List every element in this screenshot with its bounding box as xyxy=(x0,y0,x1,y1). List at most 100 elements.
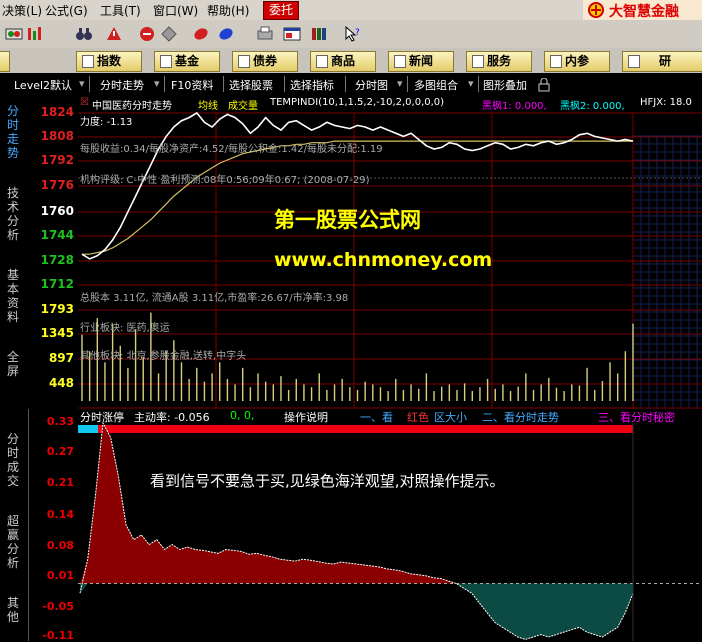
vtab-super-win[interactable]: 超赢分析 xyxy=(5,514,21,570)
entrust-button[interactable]: 委托 xyxy=(263,1,299,20)
vtab-fullscreen[interactable]: 全屏 xyxy=(5,350,21,378)
price-tick-label: 1776 xyxy=(40,178,74,192)
capital-info: 总股本 3.11亿, 流通A股 3.11亿,市盈率:26.67/市净率:3.98 xyxy=(80,293,349,304)
intraday-chart[interactable]: ☒ 中国医药分时走势 均线 成交量 TEMPINDI(10,1,1.5,2,-1… xyxy=(78,96,702,409)
page-icon xyxy=(160,55,172,68)
tab-intraday-chart[interactable]: 分时图 xyxy=(355,77,388,93)
indicator-chart[interactable]: 分时涨停 主动率: -0.056 0, 0, 操作说明 一、看 红色 区大小 二… xyxy=(78,409,702,641)
indicator-tick-label: 0.21 xyxy=(46,476,74,489)
other-sector-info: 其他板块: 北京,参股金融,送转,中字头 xyxy=(80,351,247,362)
page-icon xyxy=(316,55,328,68)
vtab-fundamental[interactable]: 基本资料 xyxy=(5,268,21,324)
print-icon[interactable] xyxy=(256,25,274,43)
nav-commodity-button[interactable]: 商品 xyxy=(310,51,376,72)
stop-icon[interactable] xyxy=(138,25,156,43)
trade-advice: 看到信号不要急于买,见绿色海洋观望,对照操作提示。 xyxy=(150,472,505,490)
menu-help[interactable]: 帮助(H) xyxy=(207,2,249,19)
vtab-intraday[interactable]: 分时走势 xyxy=(5,104,21,160)
nav-fund-label: 基金 xyxy=(174,54,199,68)
price-tick-label: 1712 xyxy=(40,277,74,291)
binoculars-icon[interactable] xyxy=(75,25,93,43)
pill-blue-icon[interactable] xyxy=(217,25,235,43)
tab-multi-chart[interactable]: 多图组合 xyxy=(414,77,458,93)
dropdown-arrow-icon[interactable]: ▾ xyxy=(154,77,160,90)
tabbar: Level2默认 ▾ 分时走势 ▾ F10资料 选择股票 选择指标 分时图 ▾ … xyxy=(0,73,702,97)
nav-insider-label: 内参 xyxy=(564,54,589,68)
menu-tools[interactable]: 工具(T) xyxy=(100,2,141,19)
indicator-tick-label: -0.05 xyxy=(42,600,74,613)
nav-partial-button[interactable] xyxy=(0,51,10,72)
stock-title: 中国医药分时走势 xyxy=(92,101,172,112)
indicator-tick-label: 0.27 xyxy=(46,445,74,458)
svg-text:?: ? xyxy=(355,28,360,38)
nav-fund-button[interactable]: 基金 xyxy=(154,51,220,72)
page-icon xyxy=(394,55,406,68)
quotes-icon[interactable] xyxy=(5,25,23,43)
tab-f10[interactable]: F10资料 xyxy=(171,77,213,93)
lock-icon[interactable] xyxy=(538,78,550,92)
volume-label: 成交量 xyxy=(228,101,258,112)
tab-overlay[interactable]: 图形叠加 xyxy=(483,77,527,93)
tip3: 三、看分时秘密 xyxy=(598,411,675,424)
help-cursor-icon[interactable]: ? xyxy=(344,25,362,43)
tab-level2-default[interactable]: Level2默认 xyxy=(14,77,72,93)
nav-index-label: 指数 xyxy=(96,54,121,68)
menubar: 决策(L) 公式(G) 工具(T) 窗口(W) 帮助(H) 委托 大智慧金融 xyxy=(0,0,702,21)
tab-select-stock[interactable]: 选择股票 xyxy=(229,77,273,93)
watermark-url: www.chnmoney.com xyxy=(274,249,493,271)
price-tick-label: 1808 xyxy=(40,129,74,143)
nav-bond-button[interactable]: 债券 xyxy=(232,51,298,72)
vtab-technical[interactable]: 技术分析 xyxy=(5,186,21,242)
price-axis: 1824 1808 1792 1776 1760 1744 1728 1712 … xyxy=(28,96,78,409)
nav-bond-label: 债券 xyxy=(252,54,277,68)
price-tick-label: 1824 xyxy=(40,105,74,119)
indicator-chart-svg xyxy=(78,409,702,641)
dropdown-arrow-icon[interactable]: ▾ xyxy=(397,77,403,90)
nav-research-button[interactable]: 研 xyxy=(622,51,702,72)
page-icon xyxy=(472,55,484,68)
volume-tick-label: 1793 xyxy=(40,302,74,316)
nav-service-button[interactable]: 服务 xyxy=(466,51,532,72)
brand-name: 大智慧金融 xyxy=(609,4,679,20)
books-icon[interactable] xyxy=(310,25,328,43)
tab-intraday[interactable]: 分时走势 xyxy=(100,77,144,93)
dropdown-arrow-icon[interactable]: ▾ xyxy=(468,77,474,90)
indicator-tick-label: -0.11 xyxy=(42,629,74,642)
volume-tick-label: 1345 xyxy=(40,326,74,340)
candle-icon[interactable] xyxy=(26,25,44,43)
force-value: 力度: -1.13 xyxy=(80,117,133,128)
nav-index-button[interactable]: 指数 xyxy=(76,51,142,72)
pill-red-icon[interactable] xyxy=(192,25,210,43)
tip1-red: 红色 xyxy=(407,411,429,424)
indicator-axis: 0.33 0.27 0.21 0.14 0.08 0.01 -0.05 -0.1… xyxy=(28,409,78,642)
ops-label: 操作说明 xyxy=(284,411,328,424)
indicator-tick-label: 0.01 xyxy=(46,569,74,582)
left-vertical-tabs: 分时走势 技术分析 基本资料 全屏 分时成交 超赢分析 其他 xyxy=(0,96,29,641)
tab-select-indicator[interactable]: 选择指标 xyxy=(290,77,334,93)
dropdown-arrow-icon[interactable]: ▾ xyxy=(79,77,85,90)
brand-logo-icon xyxy=(588,2,604,18)
window-icon[interactable] xyxy=(283,25,301,43)
alert-icon[interactable] xyxy=(105,25,123,43)
nav-service-label: 服务 xyxy=(486,54,511,68)
volume-tick-label: 448 xyxy=(48,376,74,390)
indicator-tick-label: 0.08 xyxy=(46,539,74,552)
vtab-other[interactable]: 其他 xyxy=(5,596,21,624)
hfjx-value: HFJX: 18.0 xyxy=(640,97,692,108)
formula-text: TEMPINDI(10,1,1.5,2,-10,2,0,0,0,0) xyxy=(270,97,445,108)
tip1-prefix: 一、看 xyxy=(360,411,393,424)
price-tick-label: 1792 xyxy=(40,153,74,167)
vtab-trades[interactable]: 分时成交 xyxy=(5,432,21,488)
avg-line-label: 均线 xyxy=(198,101,218,112)
active-rate-value: 主动率: -0.056 xyxy=(134,411,210,424)
nav-insider-button[interactable]: 内参 xyxy=(544,51,610,72)
brand-area: 大智慧金融 xyxy=(583,0,702,20)
signal-strip-red xyxy=(98,425,633,433)
watermark-title: 第一股票公式网 xyxy=(274,208,421,232)
menu-formula[interactable]: 公式(G) xyxy=(45,2,88,19)
diamond-icon[interactable] xyxy=(160,25,178,43)
menu-window[interactable]: 窗口(W) xyxy=(153,2,198,19)
hf2-value: 黑枫2: 0.000, xyxy=(560,101,625,112)
nav-news-button[interactable]: 新闻 xyxy=(388,51,454,72)
menu-decision[interactable]: 决策(L) xyxy=(2,2,42,19)
